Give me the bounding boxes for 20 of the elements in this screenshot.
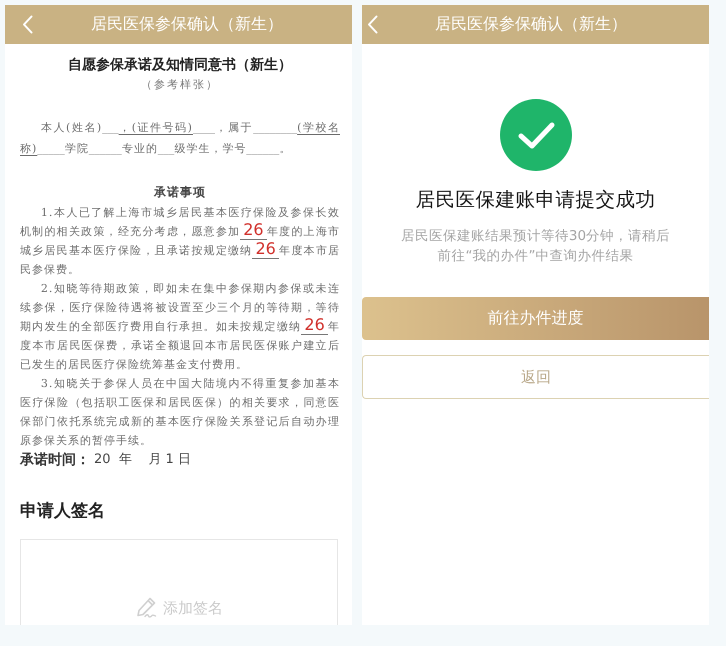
progress-button[interactable]: 前往办件进度	[362, 297, 709, 340]
check-circle-icon	[500, 99, 572, 171]
document-subtitle: （参考样张）	[141, 77, 219, 93]
date-label: 承诺时间：	[20, 451, 90, 469]
signature-title: 申请人签名	[20, 500, 106, 523]
return-button[interactable]: 返回	[362, 355, 709, 399]
pen-icon	[135, 596, 157, 618]
date-value: 20 年 月 1 日	[94, 451, 191, 469]
pledge-paragraph: 3.知晓关于参保人员在中国大陆境内不得重复参加基本医疗保险（包括职工医保和居民医保）的相关要求，同意医保部门依托系统完成新的基本医疗保险关系登记后自动办理原参保关系的暂停手续。	[20, 376, 340, 449]
header-title: 居民医保参保确认（新生）	[434, 14, 628, 35]
back-icon[interactable]	[367, 15, 378, 34]
result-message: 居民医保建账结果预计等待30分钟，请稍后前往“我的办件”中查询办件结果	[400, 227, 672, 266]
result-title: 居民医保建账申请提交成功	[416, 187, 656, 213]
header-title: 居民医保参保确认（新生）	[90, 14, 284, 35]
pledge-paragraph: 1.本人已了解上海市城乡居民基本医疗保险及参保长效机制的相关政策，经充分考虑，愿意参加 26 年度的上海市城乡居民基本医疗保险，且承诺按规定缴纳 26 年度本市居民参保费。	[20, 205, 340, 278]
document-title: 自愿参保承诺及知情同意书（新生）	[67, 56, 293, 75]
section-title: 承诺事项	[154, 184, 206, 201]
pledge-paragraph: 2.知晓等待期政策，即如未在集中参保期内参保或未连续参保，医疗保险待遇将被设置至少三个月的等待期，等待期内发生的全部医疗费用自行承担。如未按规定缴纳 26 年度本市居民医保费，承诺全额退回本市居民医保账户建立后已发生的居民医疗保险统筹基金支付费用。	[20, 281, 340, 373]
declaration-paragraph: 本人(姓名)___，(证件号码)____，属于________(学校名称)_____学院______专业的___级学生，学号______。	[20, 120, 340, 157]
back-icon[interactable]	[22, 15, 33, 34]
